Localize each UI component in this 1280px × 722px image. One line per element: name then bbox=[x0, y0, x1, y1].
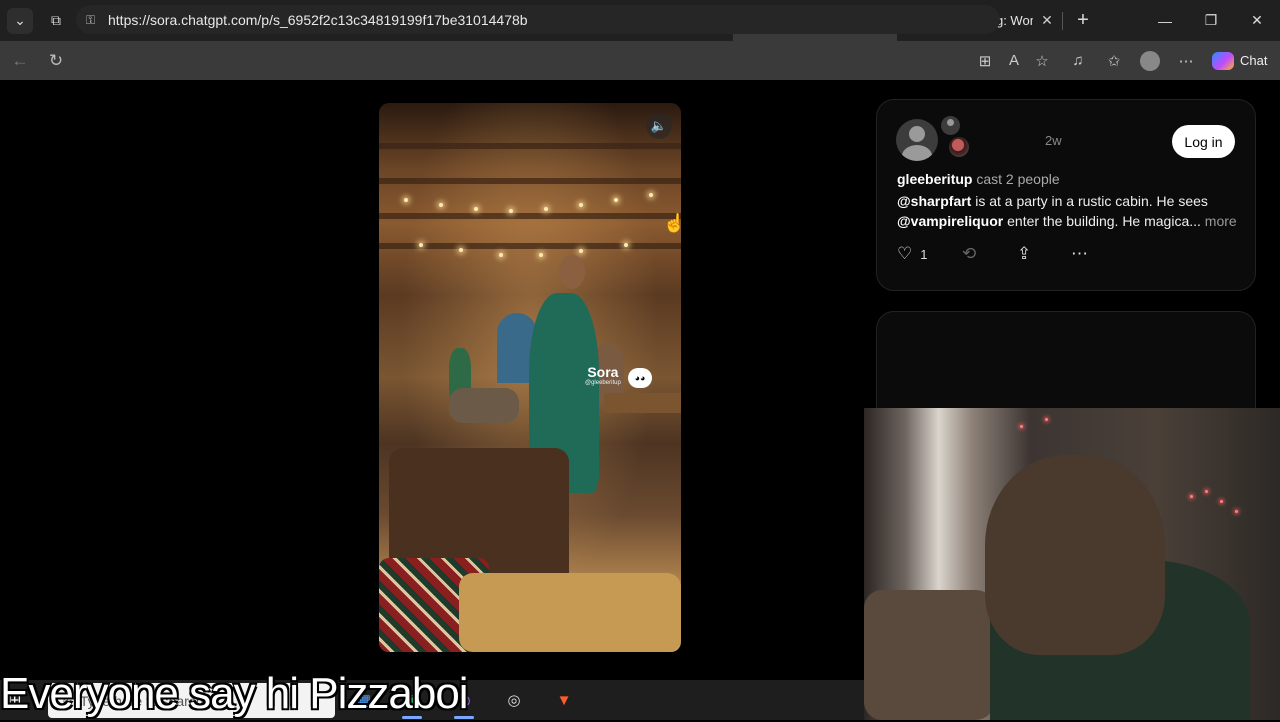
copilot-chat-button[interactable]: Chat bbox=[1207, 47, 1271, 74]
media-control-icon[interactable]: ♫ bbox=[1063, 41, 1093, 80]
share-button[interactable]: ⇪ bbox=[1017, 243, 1031, 265]
stream-caption: Everyone say hi Pizzaboi bbox=[0, 669, 469, 718]
brave-icon[interactable]: ▼ bbox=[550, 686, 578, 714]
chat-label: Chat bbox=[1240, 53, 1268, 68]
url-field[interactable]: ⚿ https://sora.chatgpt.com/p/s_6952f2c13… bbox=[76, 5, 1000, 34]
share-icon: ⇪ bbox=[1017, 244, 1032, 263]
heart-icon: ♡ bbox=[897, 244, 913, 263]
cast-text: cast 2 people bbox=[972, 171, 1060, 187]
mention-vampireliquor[interactable]: @vampireliquor bbox=[897, 213, 1003, 229]
remix-icon: ⟲ bbox=[962, 244, 977, 263]
favorite-star-icon[interactable]: ☆ bbox=[1027, 41, 1057, 80]
minimize-icon: — bbox=[1158, 12, 1172, 29]
mention-sharpfart[interactable]: @sharpfart bbox=[897, 193, 971, 209]
like-button[interactable]: ♡ 1 bbox=[897, 243, 927, 265]
cast-line: gleeberitup cast 2 people bbox=[897, 171, 1060, 187]
workspaces-icon: ⧉ bbox=[51, 12, 61, 28]
remix-button[interactable]: ⟲ bbox=[962, 243, 976, 265]
webcam-person-head bbox=[985, 455, 1165, 655]
watermark-handle: @gleeberitup bbox=[585, 380, 621, 386]
read-aloud-icon[interactable]: A bbox=[999, 41, 1029, 80]
more-options-icon[interactable]: ⋯ bbox=[1171, 41, 1201, 80]
author-name[interactable]: gleeberitup bbox=[897, 171, 972, 187]
chevron-down-icon: ⌄ bbox=[14, 12, 26, 28]
cast-avatar-1[interactable] bbox=[941, 116, 960, 135]
post-description: @sharpfart is at a party in a rustic cab… bbox=[897, 191, 1242, 231]
workspaces-button[interactable]: ⧉ bbox=[40, 0, 72, 41]
close-icon: ✕ bbox=[1251, 12, 1263, 28]
profile-avatar[interactable] bbox=[1135, 41, 1165, 80]
app-icon-recorder[interactable]: ◎ bbox=[500, 686, 528, 714]
site-info-icon[interactable]: ⚿ bbox=[86, 13, 100, 27]
sora-logo-icon: ◕◕ bbox=[628, 368, 652, 388]
ellipsis-icon: ⋯ bbox=[1071, 244, 1088, 263]
close-tab-icon[interactable]: ✕ bbox=[1039, 12, 1055, 29]
close-window-button[interactable]: ✕ bbox=[1234, 0, 1280, 41]
refresh-button[interactable]: ↻ bbox=[38, 41, 74, 80]
more-actions-button[interactable]: ⋯ bbox=[1071, 243, 1088, 265]
favorites-icon[interactable]: ✩ bbox=[1099, 41, 1129, 80]
more-link[interactable]: more bbox=[1201, 213, 1237, 229]
apps-icon[interactable]: ⊞ bbox=[970, 41, 1000, 80]
author-avatar[interactable] bbox=[896, 119, 938, 161]
desc-part-2: enter the building. He magica... bbox=[1003, 213, 1201, 229]
watermark-brand: Sora bbox=[587, 364, 619, 380]
arrow-left-icon: ← bbox=[11, 50, 29, 70]
sora-watermark: Sora @gleeberitup bbox=[585, 364, 621, 386]
copilot-icon bbox=[1212, 51, 1234, 70]
speaker-icon: 🔈 bbox=[650, 118, 668, 133]
post-time: 2w bbox=[1045, 133, 1062, 148]
url-text: https://sora.chatgpt.com/p/s_6952f2c13c3… bbox=[108, 11, 528, 28]
webcam-couch bbox=[864, 590, 994, 720]
like-count: 1 bbox=[920, 246, 928, 262]
back-button[interactable]: ← bbox=[2, 41, 38, 80]
minimize-button[interactable]: — bbox=[1142, 0, 1188, 41]
desc-part-1: is at a party in a rustic cabin. He sees bbox=[971, 193, 1208, 209]
new-tab-button[interactable]: + bbox=[1063, 0, 1103, 41]
tab-actions-menu[interactable]: ⌄ bbox=[0, 0, 40, 41]
refresh-icon: ↻ bbox=[48, 50, 64, 70]
plus-icon: + bbox=[1077, 9, 1089, 31]
mouse-pointer-icon: ☝ bbox=[663, 213, 686, 233]
log-in-button[interactable]: Log in bbox=[1172, 125, 1235, 158]
cast-avatar-2[interactable] bbox=[949, 137, 969, 157]
restore-button[interactable]: ❐ bbox=[1188, 0, 1234, 41]
sound-toggle-button[interactable]: 🔈 bbox=[646, 113, 672, 139]
restore-icon: ❐ bbox=[1204, 12, 1218, 28]
